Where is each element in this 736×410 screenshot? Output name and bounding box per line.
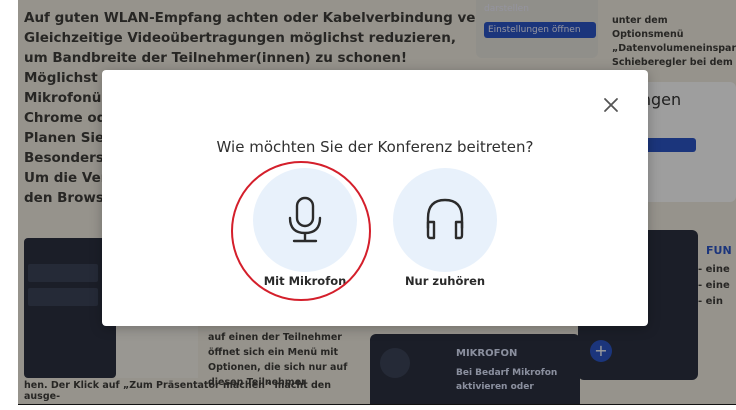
background-plus-icon: + [590,340,612,362]
close-button[interactable] [600,94,622,116]
join-with-microphone-button[interactable]: Mit Mikrofon [253,168,357,288]
background-menu-item: darstellen [484,4,529,14]
background-mic-circle [380,348,410,378]
microphone-option-label[interactable]: Mit Mikrofon [233,274,377,288]
listen-only-button[interactable]: Nur zuhören [393,168,497,288]
background-line: um Bandbreite der Teilnehmer(innen) zu s… [24,50,408,66]
background-menu-item-settings: Einstellungen öffnen [484,22,596,38]
background-funk-title: FUN [706,244,732,257]
background-mikrofon-card: MIKROFON Bei Bedarf Mikrofon aktivieren … [370,334,580,404]
background-funk-item: - eine [698,280,730,291]
background-line: Gleichzeitige Videoübertragungen möglich… [24,30,456,46]
join-audio-modal: Wie möchten Sie der Konferenz beitreten?… [102,70,648,326]
background-mikrofon-title: MIKROFON [456,348,518,359]
background-funk-item: - ein [698,296,723,307]
listen-option-circle[interactable] [393,168,497,272]
modal-title: Wie möchten Sie der Konferenz beitreten? [216,138,534,156]
close-icon [604,98,618,112]
background-funk-list: - eine - eine - ein [698,262,730,310]
background-funk-item: - eine [698,264,730,275]
background-menu-card: darstellen Einstellungen öffnen [476,0,598,58]
background-mikrofon-text: Bei Bedarf Mikrofon aktivieren oder [456,368,558,392]
background-line: Auf guten WLAN-Empfang achten oder Kabel… [24,10,548,26]
microphone-icon [288,196,322,243]
background-panel-row [28,288,98,306]
listen-option-label[interactable]: Nur zuhören [373,274,517,288]
background-panel-row [28,264,98,282]
microphone-option-circle[interactable] [253,168,357,272]
headphones-icon [426,198,464,240]
background-bottom-text: hen. Der Klick auf „Zum Präsentator mach… [24,380,332,402]
